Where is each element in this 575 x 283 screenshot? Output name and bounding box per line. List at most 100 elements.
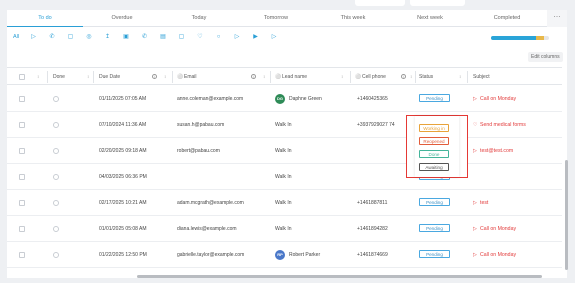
table-row[interactable]: 01/22/2025 12:50 PM gabrielle.taylor@exam… [7, 242, 562, 268]
done-radio[interactable] [53, 122, 59, 128]
row-checkbox[interactable] [19, 174, 25, 180]
subject[interactable]: ▷ test@test.com [473, 138, 513, 164]
column-divider [415, 71, 416, 83]
table-row[interactable]: 04/03/2025 06:36 PMWalk InPending [7, 164, 562, 190]
sort-icon[interactable]: ↕ [410, 68, 412, 86]
lead-name[interactable]: Walk In [275, 190, 291, 216]
sort-icon[interactable]: ↕ [263, 68, 265, 86]
row-checkbox[interactable] [19, 226, 25, 232]
row-checkbox[interactable] [19, 252, 25, 258]
lead-name[interactable]: Robert Parker [289, 242, 320, 268]
call-icon[interactable]: ✆ [140, 33, 149, 42]
email[interactable]: anne.coleman@example.com [177, 86, 243, 112]
heart-icon[interactable]: ♡ [196, 33, 205, 42]
done-radio[interactable] [53, 226, 59, 232]
select-all-checkbox[interactable] [19, 74, 25, 80]
due-date: 01/22/2025 12:50 PM [99, 252, 147, 258]
play-icon[interactable]: ▷ [233, 33, 242, 42]
email[interactable]: robert@pabau.com [177, 138, 220, 164]
status-option-done[interactable]: Done [419, 150, 449, 158]
due-date: 02/17/2025 10:21 AM [99, 200, 147, 206]
cell-phone: +1461894282 [357, 226, 388, 232]
status-badge[interactable]: Pending [419, 94, 450, 102]
lead-name[interactable]: Daphne Green [289, 86, 322, 112]
tab-overdue[interactable]: Overdue [84, 10, 160, 27]
lock-icon[interactable]: ▢ [177, 33, 186, 42]
sort-icon[interactable]: ↕ [341, 68, 343, 86]
circle-icon[interactable]: ○ [214, 33, 223, 42]
progress-segment [536, 36, 545, 40]
subject-icon: ▷ [473, 200, 477, 206]
cell-phone: +1460425365 [357, 96, 388, 102]
sort-icon[interactable]: ↕ [37, 68, 39, 86]
info-icon: i [152, 68, 157, 86]
edit-columns-button[interactable]: Edit columns [528, 52, 563, 62]
send-icon[interactable]: ▷ [29, 33, 38, 42]
table-row[interactable]: 02/17/2025 10:21 AM adam.mcgrath@example.… [7, 190, 562, 216]
done-radio[interactable] [53, 200, 59, 206]
tab-completed[interactable]: Completed [469, 10, 545, 27]
status-badge[interactable]: Pending [419, 198, 450, 206]
chat-icon[interactable]: ▢ [66, 33, 75, 42]
horizontal-scrollbar[interactable] [137, 275, 542, 278]
lead-name[interactable]: Walk In [275, 138, 291, 164]
tab-this-week[interactable]: This week [315, 10, 391, 27]
cell-phone: +1461887811 [357, 200, 388, 206]
tab-to-do[interactable]: To do [7, 10, 83, 27]
sort-icon[interactable]: ↕ [87, 68, 89, 86]
lead-name[interactable]: Walk In [275, 112, 291, 138]
top-pill [355, 0, 405, 6]
done-radio[interactable] [53, 174, 59, 180]
lead-name[interactable]: Walk In [275, 164, 291, 190]
due-date: 07/10/2024 11:36 AM [99, 122, 147, 128]
row-checkbox[interactable] [19, 200, 25, 206]
status-badge[interactable]: Pending [419, 224, 450, 232]
header-subject: Subject [473, 74, 490, 80]
lead-name[interactable]: Walk In [275, 216, 291, 242]
tab-next-week[interactable]: Next week [392, 10, 468, 27]
header-email: Email [184, 74, 197, 80]
done-radio[interactable] [53, 148, 59, 154]
row-checkbox[interactable] [19, 122, 25, 128]
progress-bar [491, 36, 549, 40]
table-row[interactable]: 02/20/2025 09:18 AM robert@pabau.com Walk … [7, 138, 562, 164]
phone-icon[interactable]: ✆ [48, 33, 57, 42]
done-radio[interactable] [53, 252, 59, 258]
subject[interactable]: ▷ Call on Monday [473, 216, 516, 242]
subject[interactable]: ▷ Call on Monday [473, 86, 516, 112]
sort-icon[interactable]: ↕ [164, 68, 166, 86]
tab-tomorrow[interactable]: Tomorrow [238, 10, 314, 27]
upload-icon[interactable]: ↥ [103, 33, 112, 42]
subject[interactable]: ▷ test [473, 190, 488, 216]
row-checkbox[interactable] [19, 148, 25, 154]
vertical-scrollbar[interactable] [565, 160, 568, 270]
status-option-awaiting[interactable]: Awaiting [419, 163, 449, 171]
toolbar: All ▷ ✆ ▢ ◎ ↥ ▣ ✆ ▤ ▢ ♡ ○ ▷ ▶ ▷ [7, 28, 567, 47]
done-radio[interactable] [53, 96, 59, 102]
email[interactable]: gabrielle.taylor@example.com [177, 242, 244, 268]
row-checkbox[interactable] [19, 96, 25, 102]
email[interactable]: diana.lewis@example.com [177, 216, 237, 242]
status-option-reopened[interactable]: Reopened [419, 137, 449, 145]
sort-icon[interactable]: ↕ [459, 68, 461, 86]
tab-today[interactable]: Today [161, 10, 237, 27]
header-cell-phone: Cell phone [362, 74, 386, 80]
table-row[interactable]: 01/01/2025 05:08 AM diana.lewis@example.c… [7, 216, 562, 242]
table-row[interactable]: 01/11/2025 07:05 AM anne.coleman@example.… [7, 86, 562, 112]
email[interactable]: adam.mcgrath@example.com [177, 190, 244, 216]
users-icon[interactable]: ◎ [85, 33, 94, 42]
subject[interactable]: ▷ Call on Monday [473, 242, 516, 268]
table-row[interactable]: 07/10/2024 11:36 AM susan.h@pabau.com Walk… [7, 112, 562, 138]
due-date: 01/11/2025 07:05 AM [99, 96, 147, 102]
email[interactable]: susan.h@pabau.com [177, 112, 224, 138]
camera-icon[interactable]: ▣ [122, 33, 131, 42]
status-badge[interactable]: Pending [419, 250, 450, 258]
subject[interactable]: ♡ Send medical forms [473, 112, 526, 138]
send-alt-icon[interactable]: ▷ [270, 33, 279, 42]
play-alt-icon[interactable]: ▶ [251, 33, 260, 42]
status-option-working-in[interactable]: Working in [419, 124, 449, 132]
header-lead-name: Lead name [282, 74, 308, 80]
archive-icon[interactable]: ▤ [159, 33, 168, 42]
filter-all[interactable]: All [13, 34, 19, 40]
more-tabs-button[interactable]: ⋯ [547, 10, 567, 27]
